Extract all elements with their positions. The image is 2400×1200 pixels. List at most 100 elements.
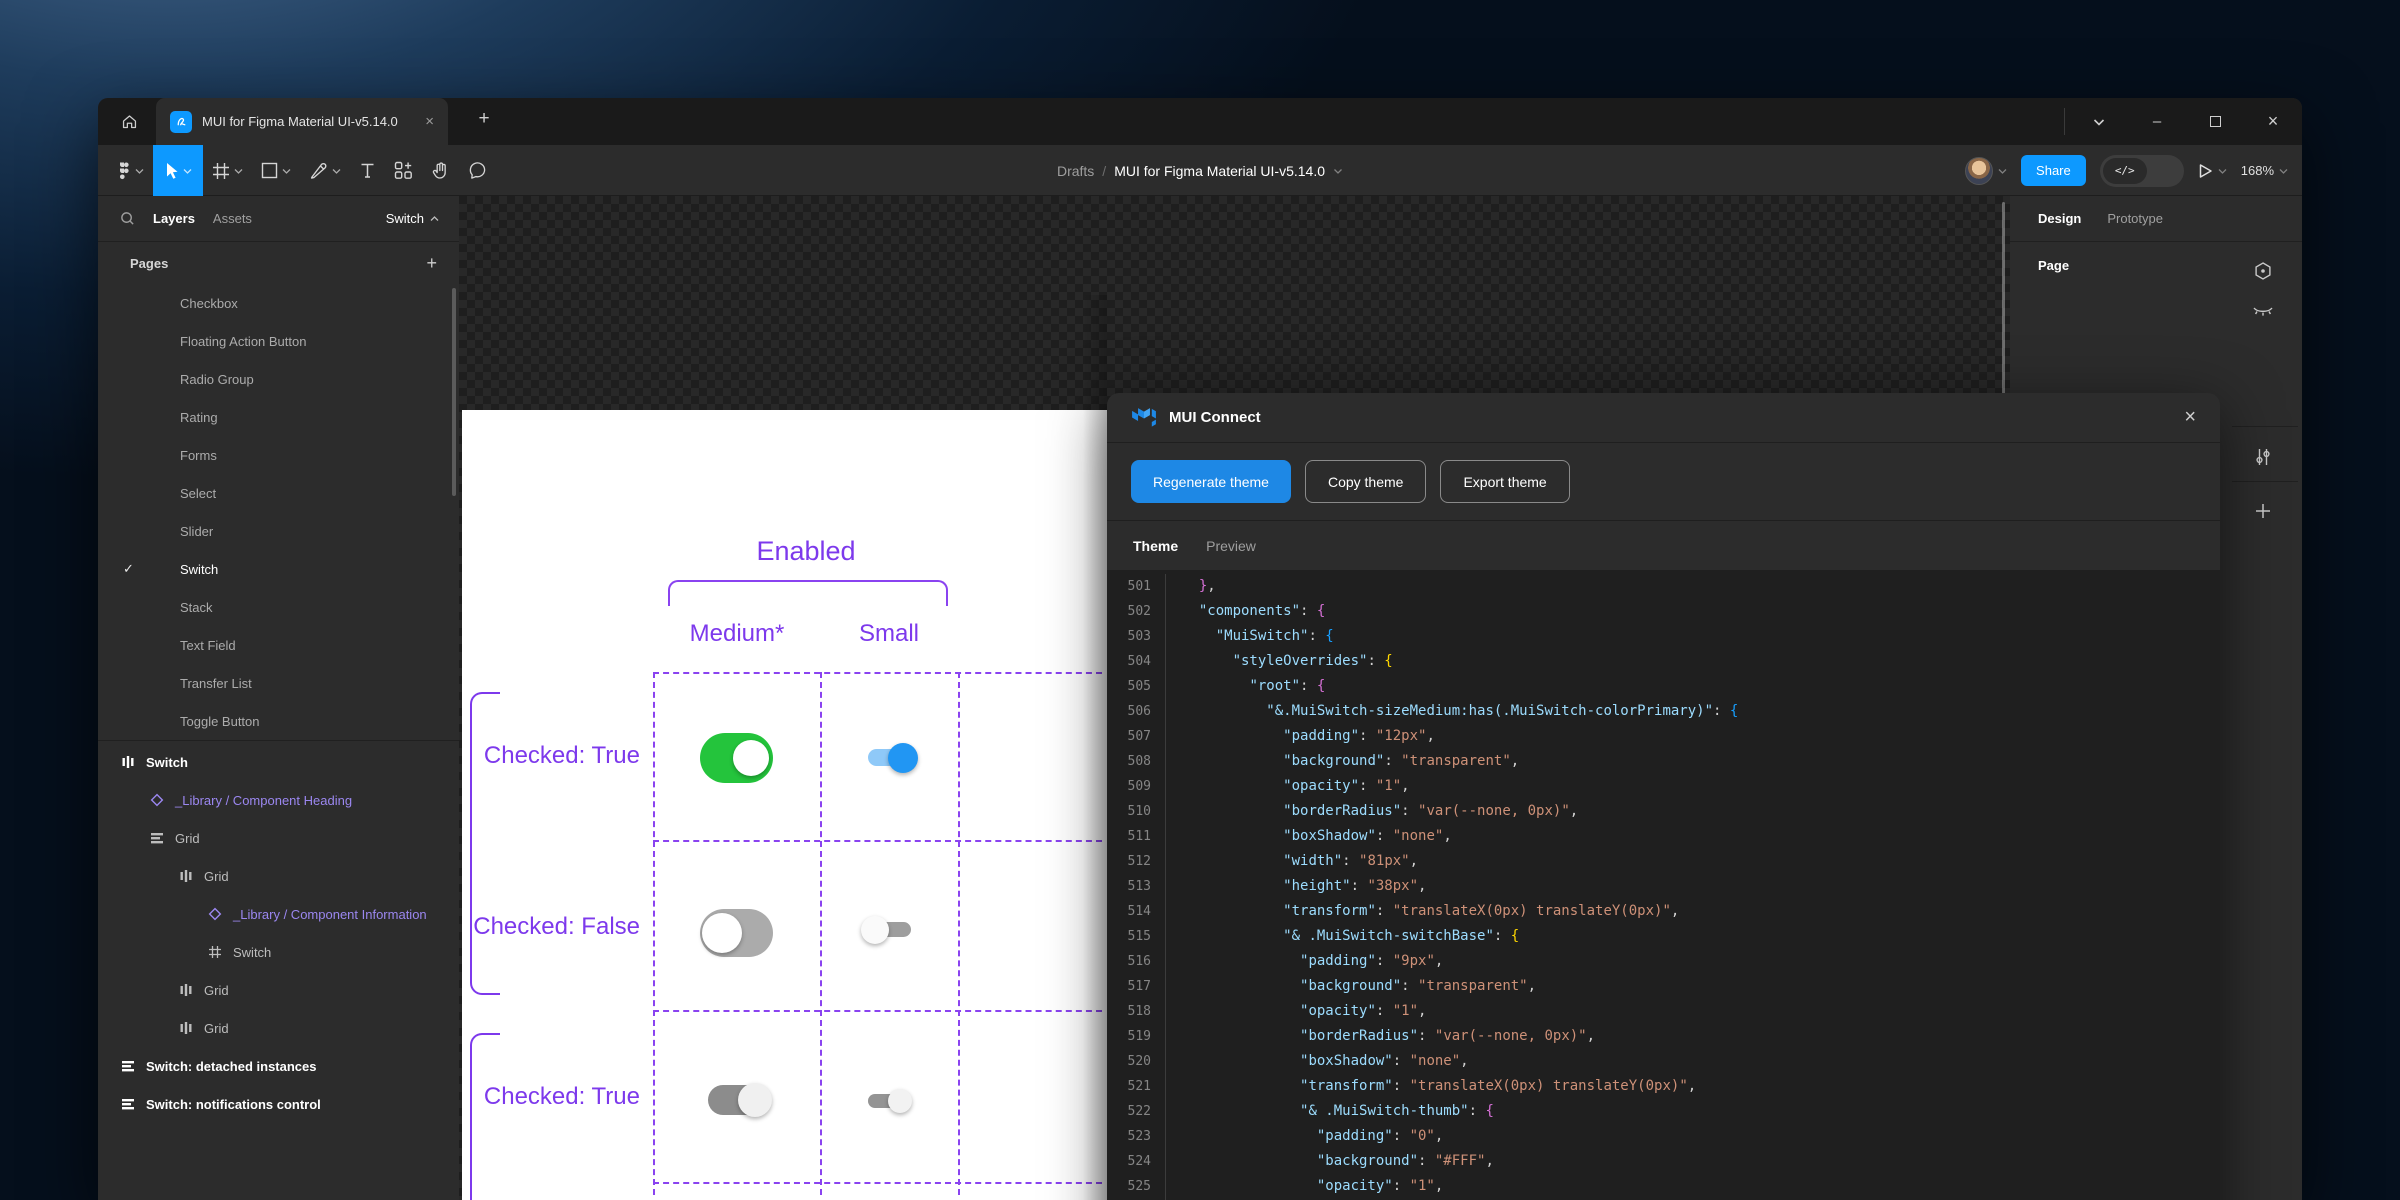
page-item[interactable]: Radio Group [98,360,459,398]
layer-item[interactable]: Switch [98,933,459,971]
theme-code-editor[interactable]: 501 },502 "components": {503 "MuiSwitch"… [1107,570,2220,1200]
home-button[interactable] [112,106,146,137]
window-menu-chevron-icon[interactable] [2070,98,2128,145]
page-item[interactable]: Forms [98,436,459,474]
comment-tool-button[interactable] [459,145,496,196]
zoom-menu[interactable]: 168% [2241,163,2288,178]
line-number: 510 [1107,799,1165,824]
switch-thumb [733,740,769,776]
selection-dashed-line [653,1010,1102,1012]
layer-item[interactable]: Grid [98,857,459,895]
tab-prototype[interactable]: Prototype [2107,211,2163,226]
copy-theme-button[interactable]: Copy theme [1305,460,1426,503]
home-icon [121,113,138,130]
autolayout-row-icon [149,830,165,846]
code-line: 521 "transform": "translateX(0px) transl… [1107,1074,2220,1099]
tab-layers[interactable]: Layers [153,211,195,226]
autolayout-row-icon [120,1058,136,1074]
desktop-wallpaper: MUI for Figma Material UI-v5.14.0 × + – … [0,0,2400,1200]
switch-thumb [861,916,889,944]
file-type-icon [170,111,192,133]
move-tool-button[interactable] [153,145,203,196]
code-line: 520 "boxShadow": "none", [1107,1049,2220,1074]
line-number: 519 [1107,1024,1165,1049]
main-menu-button[interactable] [108,145,153,196]
chevron-down-icon[interactable] [1333,168,1343,174]
adjustments-icon[interactable] [2252,446,2274,468]
page-item[interactable]: Slider [98,512,459,550]
line-number: 520 [1107,1049,1165,1074]
eye-closed-icon[interactable] [2252,300,2274,322]
window-controls: – × [2070,98,2302,145]
tab-close-icon[interactable]: × [423,113,436,130]
switch-thumb [888,1089,912,1113]
actions-tool-button[interactable] [385,145,422,196]
breadcrumb-folder[interactable]: Drafts [1057,163,1094,179]
file-tab[interactable]: MUI for Figma Material UI-v5.14.0 × [156,98,448,145]
component-props-icon[interactable] [2252,260,2274,282]
selection-dashed-line [653,1182,1102,1184]
pen-tool-button[interactable] [300,145,350,196]
shape-tool-button[interactable] [252,145,300,196]
switch-small-on[interactable] [868,749,914,766]
tab-theme[interactable]: Theme [1133,538,1178,554]
page-item[interactable]: Stack [98,588,459,626]
code-line: 502 "components": { [1107,599,2220,624]
frame-tool-button[interactable] [203,145,252,196]
search-icon[interactable] [120,211,135,226]
resources-icon [394,161,413,180]
page-item[interactable]: Checkbox [98,284,459,322]
small-column-label: Small [809,620,969,648]
present-button[interactable] [2198,163,2227,179]
regenerate-theme-button[interactable]: Regenerate theme [1131,460,1291,503]
page-item[interactable]: Select [98,474,459,512]
layer-item[interactable]: Switch: detached instances [98,1047,459,1085]
share-button[interactable]: Share [2021,155,2086,186]
frame-icon [212,162,230,180]
page-item[interactable]: Rating [98,398,459,436]
add-page-button[interactable]: + [426,253,437,274]
tab-design[interactable]: Design [2038,211,2081,226]
layer-item[interactable]: Grid [98,1009,459,1047]
layer-item[interactable]: _Library / Component Heading [98,781,459,819]
line-number: 503 [1107,624,1165,649]
breadcrumb-file-name[interactable]: MUI for Figma Material UI-v5.14.0 [1114,163,1325,179]
add-icon[interactable] [2252,500,2274,522]
export-theme-button[interactable]: Export theme [1440,460,1569,503]
row-label-checked-false: Checked: False [470,913,640,941]
switch-thumb [702,913,742,953]
layer-filter[interactable]: Switch [386,211,439,226]
page-item[interactable]: Floating Action Button [98,322,459,360]
text-tool-button[interactable] [350,145,385,196]
layer-item[interactable]: Grid [98,971,459,1009]
maximize-button[interactable] [2186,98,2244,145]
layer-item[interactable]: Switch [98,743,459,781]
page-item[interactable]: ✓Switch [98,550,459,588]
dialog-close-icon[interactable]: × [2184,406,2196,429]
tab-preview[interactable]: Preview [1206,538,1256,554]
layer-item[interactable]: Switch: notifications control [98,1085,459,1123]
page-item[interactable]: Transfer List [98,664,459,702]
page-item[interactable]: Toggle Button [98,702,459,740]
switch-medium-off[interactable] [700,909,773,957]
switch-medium-on-disabled[interactable] [708,1085,770,1115]
tab-assets[interactable]: Assets [213,211,252,226]
code-line: 514 "transform": "translateX(0px) transl… [1107,899,2220,924]
close-window-button[interactable]: × [2244,98,2302,145]
new-tab-button[interactable]: + [470,108,498,130]
line-number: 507 [1107,724,1165,749]
page-item[interactable]: Text Field [98,626,459,664]
rail-divider [2232,481,2298,482]
hand-tool-button[interactable] [422,145,459,196]
dev-mode-toggle[interactable]: </> [2100,155,2184,187]
switch-small-on-disabled[interactable] [868,1094,908,1108]
code-line: 523 "padding": "0", [1107,1124,2220,1149]
code-line: 507 "padding": "12px", [1107,724,2220,749]
minimize-button[interactable]: – [2128,98,2186,145]
switch-medium-on[interactable] [700,733,773,783]
account-menu[interactable] [1965,157,2007,185]
layer-item[interactable]: _Library / Component Information [98,895,459,933]
layer-item[interactable]: Grid [98,819,459,857]
switch-small-off[interactable] [869,922,911,937]
code-line: 511 "boxShadow": "none", [1107,824,2220,849]
